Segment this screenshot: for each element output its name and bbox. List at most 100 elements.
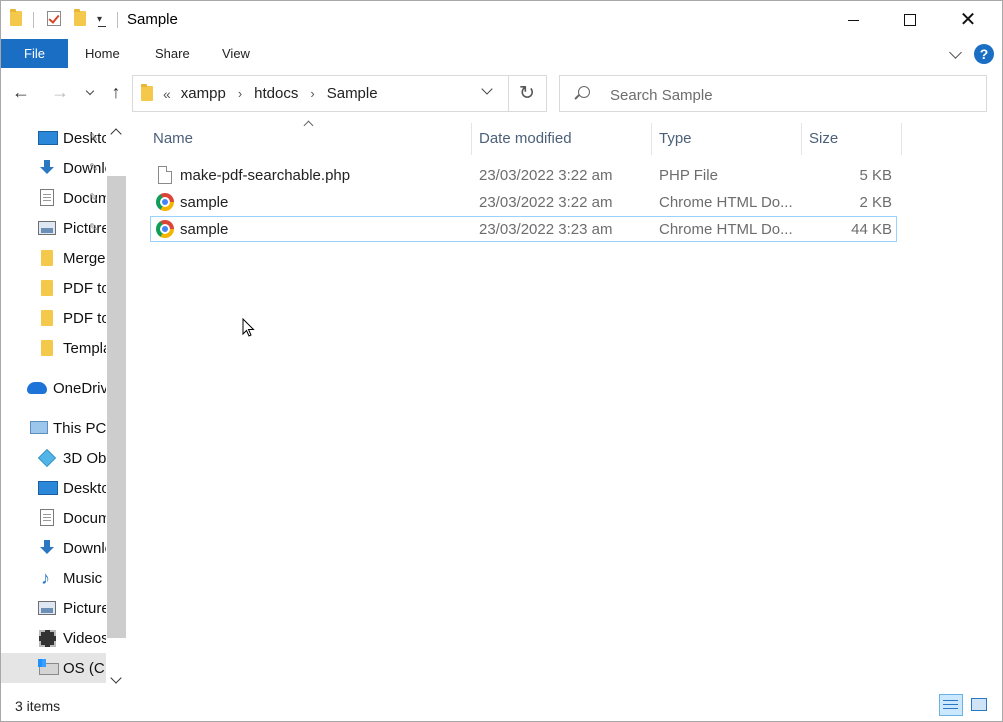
customize-toolbar-chevron-down-icon[interactable]: ▾ <box>97 14 107 27</box>
search-icon <box>578 86 590 98</box>
breadcrumb: « xampp › htdocs › Sample <box>163 85 378 102</box>
tab-share[interactable]: Share <box>155 39 190 68</box>
nav-item-pdf-to-2[interactable]: PDF to <box>1 303 106 333</box>
desktop-icon <box>38 131 58 145</box>
recent-locations-button[interactable] <box>78 80 102 104</box>
search-input[interactable] <box>610 85 970 105</box>
details-view-button[interactable] <box>939 694 963 716</box>
ribbon-tabs: File Home Share View ? <box>1 39 1002 68</box>
item-count: 3 items <box>15 698 61 714</box>
close-icon: ✕ <box>959 9 977 31</box>
breadcrumb-xampp[interactable]: xampp <box>181 85 226 102</box>
breadcrumb-separator-icon[interactable]: › <box>310 86 314 101</box>
folder-icon <box>41 340 53 356</box>
tab-home[interactable]: Home <box>85 39 120 68</box>
help-icon[interactable]: ? <box>974 44 994 64</box>
nav-item-desktop-quick[interactable]: Desktop ✎ <box>1 123 106 153</box>
divider <box>901 123 902 155</box>
nav-item-templates[interactable]: Templa <box>1 333 106 363</box>
folder-icon <box>41 250 53 266</box>
folder-icon <box>41 310 53 326</box>
large-icons-view-icon <box>971 698 987 711</box>
breadcrumb-htdocs[interactable]: htdocs <box>254 85 298 102</box>
nav-item-os-c[interactable]: OS (C:) <box>1 653 106 683</box>
column-header-name[interactable]: Name <box>145 122 471 156</box>
file-size: 44 KB <box>851 221 892 238</box>
up-button[interactable]: ↑ <box>104 80 128 104</box>
nav-item-label: Pictures <box>63 599 106 617</box>
expand-ribbon-chevron-down-icon[interactable] <box>949 45 962 59</box>
desktop-icon <box>38 481 58 495</box>
refresh-icon[interactable]: ↻ <box>519 82 535 105</box>
php-file-icon <box>158 166 172 184</box>
file-name: make-pdf-searchable.php <box>180 167 351 184</box>
pin-icon: ✎ <box>89 192 99 204</box>
nav-item-label: Merge <box>63 249 106 267</box>
videos-icon <box>39 630 56 647</box>
nav-item-desktop[interactable]: Desktop <box>1 473 106 503</box>
table-row[interactable]: make-pdf-searchable.php 23/03/2022 3:22 … <box>150 163 897 189</box>
breadcrumb-sample[interactable]: Sample <box>327 85 378 102</box>
breadcrumb-separator-icon[interactable]: › <box>238 86 242 101</box>
file-type: Chrome HTML Do... <box>659 221 793 238</box>
nav-item-pdf-to-1[interactable]: PDF to <box>1 273 106 303</box>
nav-item-label: Downloads <box>63 159 106 177</box>
tab-file[interactable]: File <box>1 39 68 68</box>
folder-icon <box>41 280 53 296</box>
properties-check-icon[interactable] <box>47 11 61 26</box>
large-icons-view-button[interactable] <box>967 694 991 716</box>
new-folder-icon[interactable] <box>74 9 86 26</box>
nav-item-label: Desktop <box>63 129 106 147</box>
file-date: 23/03/2022 3:22 am <box>479 167 613 184</box>
breadcrumb-overflow[interactable]: « <box>163 86 171 102</box>
table-row[interactable]: sample 23/03/2022 3:22 am Chrome HTML Do… <box>150 190 897 216</box>
close-button[interactable]: ✕ <box>939 1 997 39</box>
nav-item-documents[interactable]: Documents <box>1 503 106 533</box>
arrow-left-icon: ← <box>12 81 30 102</box>
arrow-up-icon: ↑ <box>111 81 121 102</box>
scrollbar-thumb[interactable] <box>107 176 126 638</box>
minimize-button[interactable] <box>824 1 882 39</box>
nav-item-label: PDF to <box>63 309 106 327</box>
address-bar[interactable]: « xampp › htdocs › Sample ↻ <box>132 75 547 112</box>
nav-item-pictures-quick[interactable]: Pictures ✎ <box>1 213 106 243</box>
nav-item-merge[interactable]: Merge <box>1 243 106 273</box>
chrome-icon <box>156 220 174 238</box>
address-row: ← → ↑ « xampp › htdocs › Sample ↻ <box>1 68 1002 118</box>
nav-item-downloads[interactable]: Downloads <box>1 533 106 563</box>
pictures-icon <box>38 221 56 235</box>
column-header-date[interactable]: Date modified <box>471 122 651 156</box>
nav-item-label: Desktop <box>63 479 106 497</box>
forward-button[interactable]: → <box>48 80 72 104</box>
3d-objects-icon <box>37 448 57 468</box>
back-button[interactable]: ← <box>9 80 33 104</box>
nav-item-onedrive[interactable]: OneDrive <box>1 373 106 403</box>
nav-item-downloads-quick[interactable]: Downloads ✎ <box>1 153 106 183</box>
nav-item-pictures[interactable]: Pictures <box>1 593 106 623</box>
file-size: 2 KB <box>859 194 892 211</box>
nav-item-documents-quick[interactable]: Documents ✎ <box>1 183 106 213</box>
maximize-icon <box>904 14 916 26</box>
search-box <box>559 75 987 112</box>
pin-icon: ✎ <box>89 222 99 234</box>
nav-item-label: Downloads <box>63 539 106 557</box>
nav-item-music[interactable]: ♪ Music <box>1 563 106 593</box>
nav-item-this-pc[interactable]: This PC <box>1 413 106 443</box>
nav-item-label: PDF to <box>63 279 106 297</box>
nav-item-videos[interactable]: Videos <box>1 623 106 653</box>
file-type: Chrome HTML Do... <box>659 194 793 211</box>
tab-view[interactable]: View <box>222 39 250 68</box>
table-row[interactable]: sample 23/03/2022 3:23 am Chrome HTML Do… <box>150 216 897 242</box>
drive-icon <box>38 659 59 675</box>
column-header-type[interactable]: Type <box>651 122 801 156</box>
column-header-size[interactable]: Size <box>801 122 901 156</box>
file-date: 23/03/2022 3:23 am <box>479 221 613 238</box>
maximize-button[interactable] <box>881 1 939 39</box>
mouse-cursor-icon <box>242 317 256 341</box>
nav-item-3d-objects[interactable]: 3D Objects <box>1 443 106 473</box>
document-icon <box>40 509 54 526</box>
address-history-button[interactable] <box>481 83 493 95</box>
chevron-down-icon <box>85 86 95 95</box>
chevron-down-icon <box>481 83 493 95</box>
music-icon: ♪ <box>41 568 50 588</box>
